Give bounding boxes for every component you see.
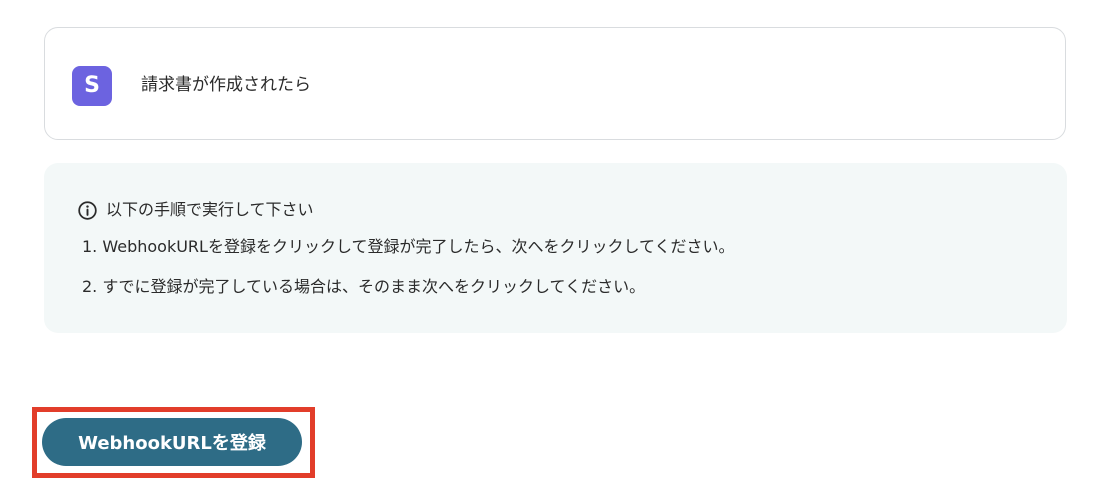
- app-logo-icon: S: [72, 66, 112, 106]
- trigger-card[interactable]: S 請求書が作成されたら: [44, 27, 1066, 140]
- app-logo-letter: S: [84, 73, 100, 98]
- instructions-title: 以下の手順で実行して下さい: [106, 200, 314, 219]
- instruction-step: 2. すでに登録が完了している場合は、そのまま次へをクリックしてください。: [82, 277, 646, 296]
- info-circle-icon: [78, 200, 97, 220]
- instructions-header: 以下の手順で実行して下さい: [77, 199, 314, 221]
- register-webhook-url-button[interactable]: WebhookURLを登録: [42, 418, 302, 466]
- trigger-label: 請求書が作成されたら: [141, 75, 311, 95]
- page: S 請求書が作成されたら 以下の手順で実行して下さい 1. WebhookURL…: [0, 0, 1109, 498]
- instruction-step: 1. WebhookURLを登録をクリックして登録が完了したら、次へをクリックし…: [82, 237, 735, 256]
- instructions-box: 以下の手順で実行して下さい 1. WebhookURLを登録をクリックして登録が…: [44, 163, 1067, 333]
